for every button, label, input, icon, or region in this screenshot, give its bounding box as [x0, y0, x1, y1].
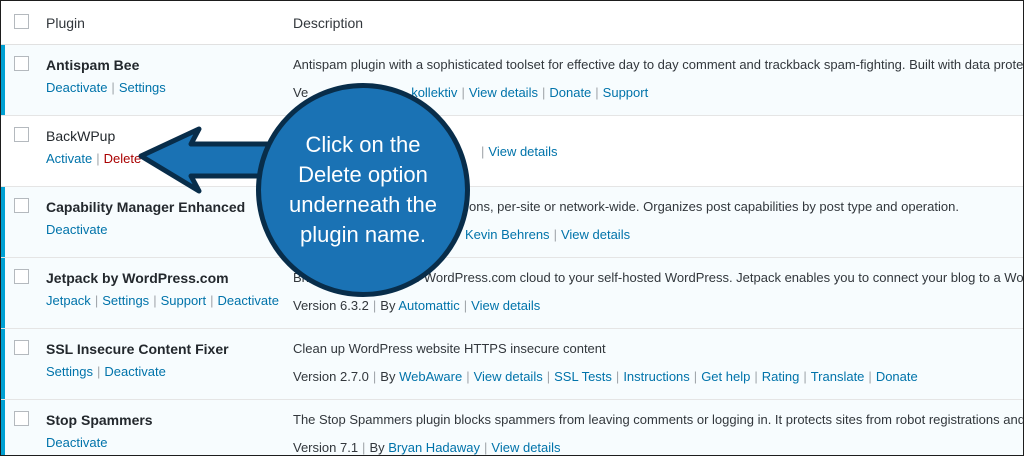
- arrow-pointer-icon: [138, 126, 279, 194]
- callout-text: Click on the Delete option underneath th…: [288, 132, 438, 247]
- callout-bubble: Click on the Delete option underneath th…: [256, 83, 470, 297]
- plugins-screen: Plugin Description Antispam Bee Deactiva…: [0, 0, 1024, 456]
